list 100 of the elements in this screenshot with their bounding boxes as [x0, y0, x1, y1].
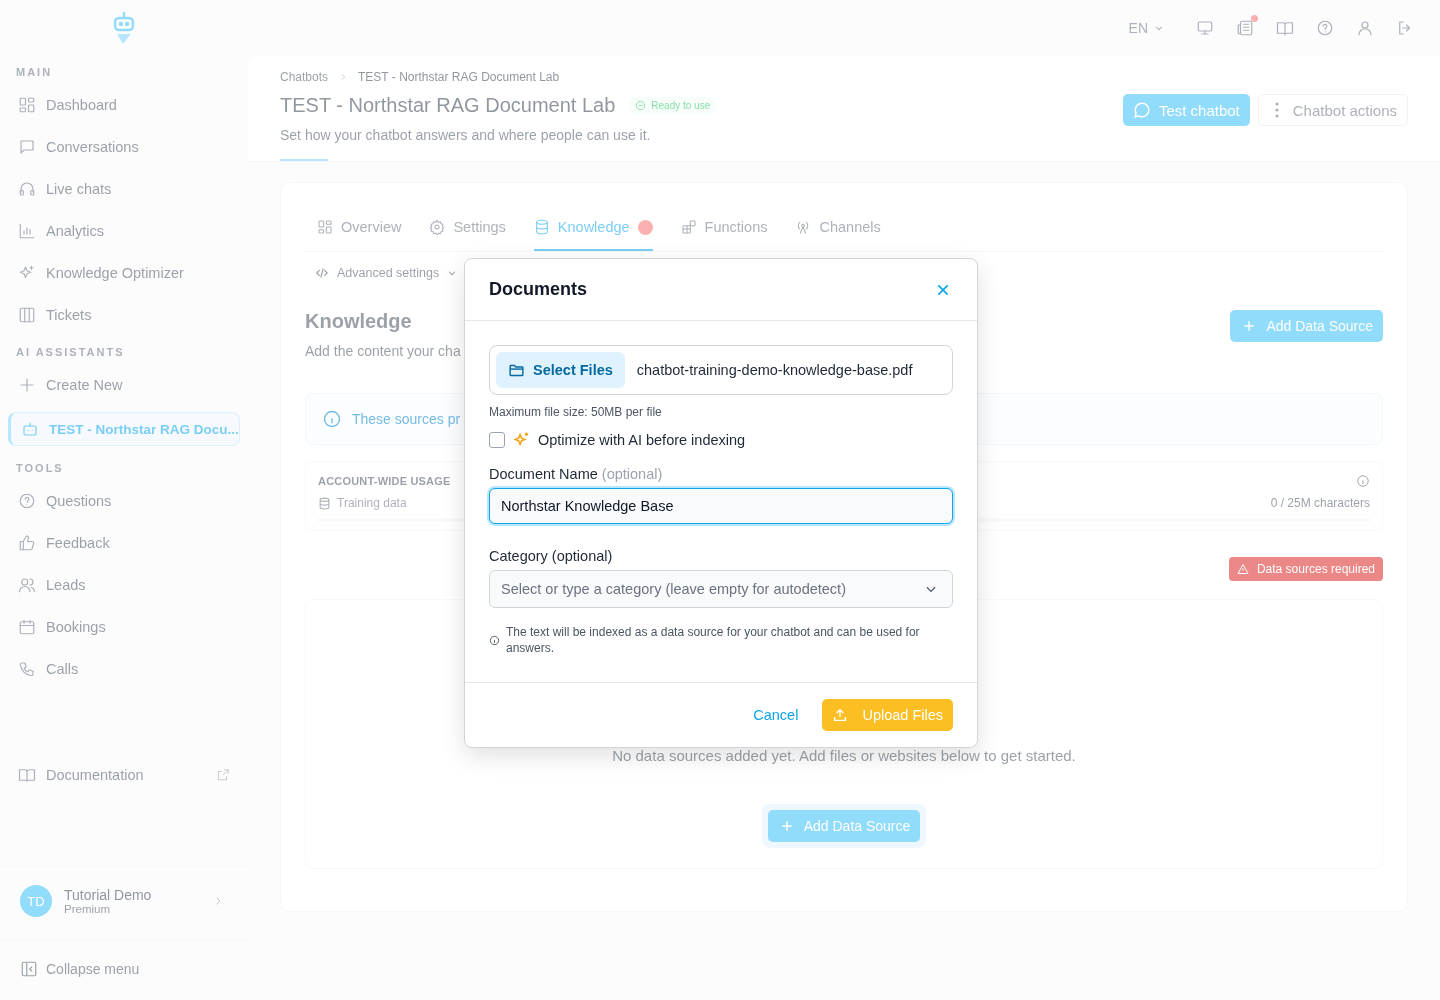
sidebar-item[interactable]: Questions — [8, 480, 240, 522]
tab[interactable]: Overview — [317, 205, 402, 251]
add-data-source-button[interactable]: Add Data Source — [1230, 310, 1383, 342]
sparkle-icon — [513, 431, 530, 448]
question-icon — [18, 492, 36, 510]
usage-label: Training data — [318, 496, 407, 510]
section-title: MAIN — [15, 65, 54, 80]
documentation-link[interactable]: Documentation — [8, 754, 240, 796]
usage-reading: 0 / 25M characters — [1270, 496, 1370, 510]
external-link-icon — [216, 768, 230, 782]
blocks-icon — [680, 219, 697, 235]
sidebar-item[interactable]: Dashboard — [8, 84, 240, 126]
sidebar-item[interactable]: Analytics — [8, 210, 240, 252]
avatar: TD — [20, 885, 52, 917]
document-name-field[interactable]: Northstar Knowledge Base — [489, 488, 953, 524]
sidebar-item[interactable]: Bookings — [8, 606, 240, 648]
book-button[interactable] — [1276, 19, 1294, 37]
empty-state-text: No data sources added yet. Add files or websites below to get started. — [612, 747, 1076, 764]
headset-icon — [18, 180, 36, 198]
more-vertical-icon — [1274, 102, 1279, 118]
tab[interactable]: Channels — [795, 205, 881, 251]
bar-chart-icon — [18, 222, 36, 240]
monitor-button[interactable] — [1196, 19, 1214, 37]
test-chatbot-button[interactable]: Test chatbot — [1122, 94, 1250, 126]
advanced-settings-dropdown[interactable]: Advanced settings — [305, 252, 468, 294]
chatbot-actions-button[interactable]: Chatbot actions — [1257, 94, 1408, 126]
sidebar-item[interactable]: Live chats — [8, 168, 240, 210]
select-files-button[interactable]: Select Files — [496, 352, 625, 388]
breadcrumb-current: TEST - Northstar RAG Document Lab — [358, 70, 560, 84]
monitor-icon — [1196, 19, 1214, 37]
user-name: Tutorial Demo — [64, 887, 153, 903]
category-dropdown[interactable]: Select or type a category (leave empty for autodetect) — [489, 570, 953, 608]
columns-icon — [18, 306, 36, 324]
code-icon — [315, 266, 329, 280]
checkbox[interactable] — [489, 431, 505, 448]
newspaper-icon — [1236, 19, 1254, 37]
info-icon — [489, 634, 500, 646]
database-icon — [318, 496, 331, 510]
upload-icon — [832, 707, 849, 724]
user-icon — [1356, 19, 1374, 37]
language-selector[interactable]: EN — [1128, 20, 1164, 36]
section-title: Knowledge — [305, 310, 413, 333]
section-title: TOOLS — [15, 461, 65, 476]
phone-icon — [18, 660, 36, 678]
sidebar-item[interactable]: TEST - Northstar RAG Docu... — [8, 412, 240, 446]
page-title: TEST - Northstar RAG Document Lab — [280, 94, 616, 117]
calendar-icon — [18, 618, 36, 636]
warning-badge: Data sources required — [1228, 557, 1383, 581]
field-label: Document Name (optional) — [489, 466, 664, 482]
sidebar-item[interactable]: Calls — [8, 648, 240, 690]
field-label: Category (optional) — [489, 548, 614, 564]
sidebar-item[interactable]: Knowledge Optimizer — [8, 252, 240, 294]
plus-icon — [18, 376, 36, 394]
dialog-note: The text will be indexed as a data source for your chatbot and can be used for answers. — [506, 624, 921, 657]
user-menu[interactable]: TD Tutorial Demo Premium — [0, 866, 248, 939]
user-plan: Premium — [64, 903, 111, 915]
section-subtitle: Add the content your cha — [305, 343, 461, 359]
robot-logo-icon — [112, 10, 136, 46]
plus-icon — [779, 819, 794, 833]
user-button[interactable] — [1356, 19, 1374, 37]
chat-bubble-icon — [1132, 101, 1151, 119]
info-icon — [322, 409, 342, 429]
sidebar-item[interactable]: Leads — [8, 564, 240, 606]
collapse-icon — [20, 960, 38, 978]
thumbs-up-icon — [18, 534, 36, 552]
breadcrumb-link[interactable]: Chatbots — [280, 70, 329, 84]
plus-icon — [1242, 319, 1257, 333]
chevron-down-icon — [1154, 23, 1164, 33]
database-icon — [533, 219, 550, 235]
dialog-title: Documents — [489, 279, 587, 300]
chat-icon — [18, 138, 36, 156]
add-data-source-button[interactable]: Add Data Source — [767, 810, 921, 842]
help-button[interactable] — [1316, 19, 1334, 37]
book-icon — [18, 766, 36, 784]
dashboard-icon — [18, 96, 36, 114]
cancel-button[interactable]: Cancel — [747, 706, 805, 725]
info-icon — [1356, 474, 1370, 488]
upload-files-button[interactable]: Upload Files — [822, 699, 953, 732]
sidebar-item[interactable]: Feedback — [8, 522, 240, 564]
tab[interactable]: Functions — [680, 205, 768, 251]
sidebar-item[interactable]: Create New — [8, 364, 240, 406]
section-title: AI ASSISTANTS — [15, 345, 126, 360]
sidebar-item[interactable]: Conversations — [8, 126, 240, 168]
gear-icon — [429, 219, 446, 235]
users-icon — [18, 576, 36, 594]
help-icon — [1316, 19, 1334, 37]
page-subtitle: Set how your chatbot answers and where people can use it. — [280, 127, 652, 143]
book-icon — [1276, 19, 1294, 37]
file-size-hint: Maximum file size: 50MB per file — [489, 405, 663, 419]
robot-icon — [21, 420, 39, 438]
tab[interactable]: Settings — [429, 205, 506, 251]
warning-icon — [1236, 563, 1249, 575]
status-badge: Ready to use — [629, 97, 717, 114]
checkbox-label: Optimize with AI before indexing — [538, 431, 746, 448]
tab[interactable]: Knowledge — [533, 205, 653, 251]
dashboard-icon — [317, 219, 333, 235]
usage-title: ACCOUNT-WIDE USAGE — [318, 475, 451, 487]
file-name: chatbot-training-demo-knowledge-base.pdf — [636, 362, 913, 378]
chevron-down-icon — [447, 268, 458, 278]
sidebar-item[interactable]: Tickets — [8, 294, 240, 336]
